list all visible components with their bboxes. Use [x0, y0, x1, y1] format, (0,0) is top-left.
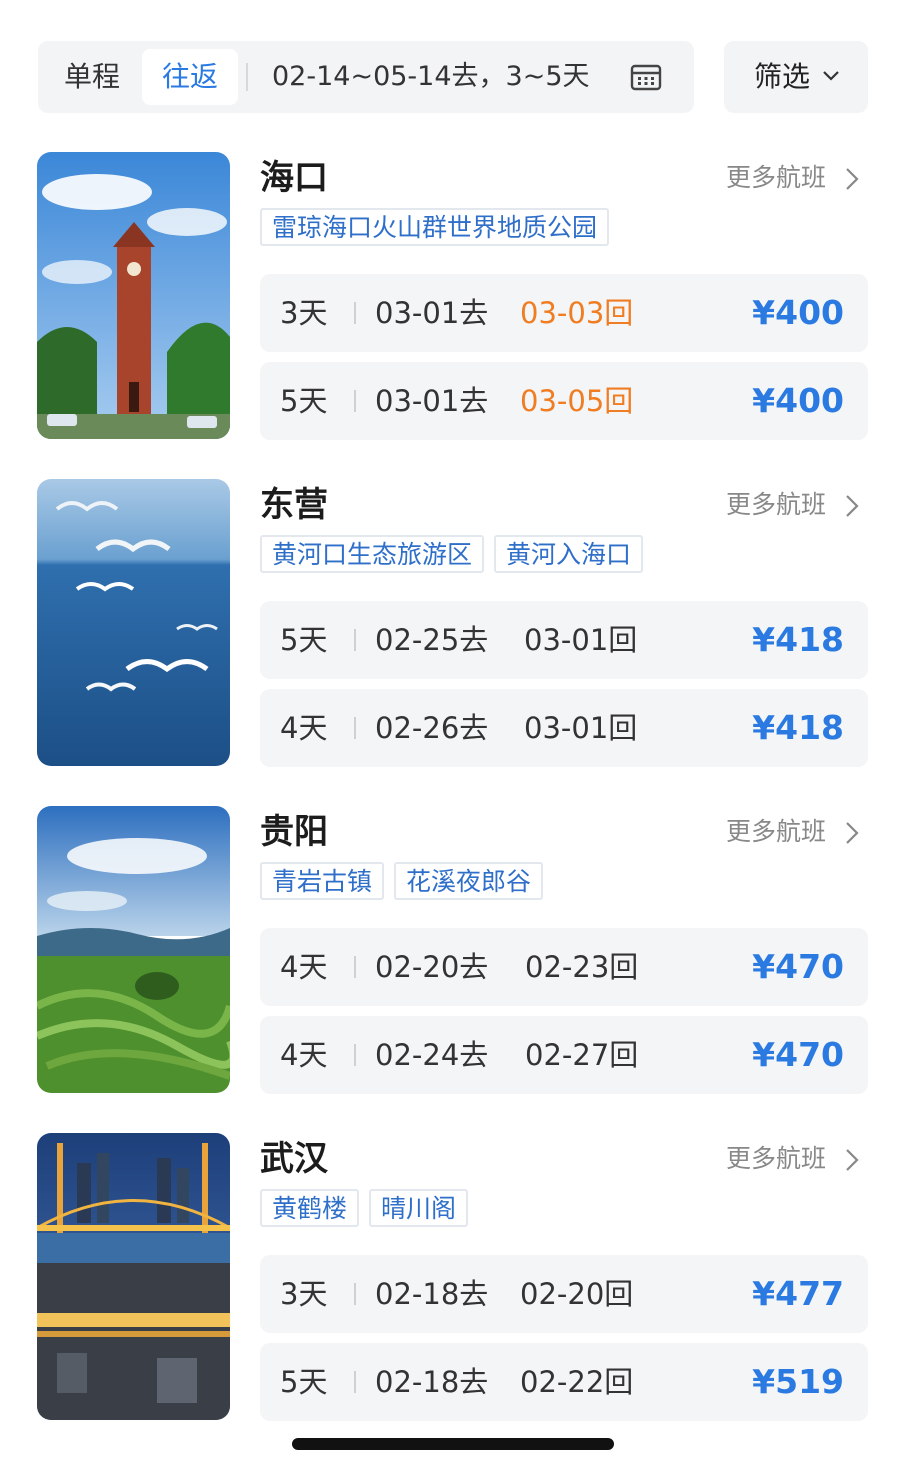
more-flights-link[interactable]: 更多航班: [726, 812, 826, 852]
return-date: 03-03回: [520, 296, 634, 330]
price: ¥400: [752, 293, 844, 332]
trip-days: 5天: [280, 1365, 328, 1399]
attraction-tag[interactable]: 雷琼海口火山群世界地质公园: [260, 208, 610, 246]
flight-option[interactable]: 4天 02-20去 02-23回 ¥470: [260, 928, 868, 1006]
attraction-tags: 黄河口生态旅游区 黄河入海口: [260, 535, 644, 573]
date-range-selector[interactable]: 02-14~05-14去，3~5天: [272, 41, 590, 113]
divider: [354, 302, 356, 324]
destination-photo: [37, 152, 230, 439]
city-name: 东营: [260, 485, 328, 525]
divider: [354, 390, 356, 412]
trip-days: 4天: [280, 711, 328, 745]
chevron-right-icon[interactable]: [844, 166, 860, 192]
round-trip-tab[interactable]: 往返: [142, 49, 238, 105]
depart-date: 02-20去: [375, 950, 489, 984]
city-name: 海口: [260, 158, 328, 198]
trip-days: 4天: [280, 1038, 328, 1072]
chevron-right-icon[interactable]: [844, 493, 860, 519]
flight-option[interactable]: 5天 02-18去 02-22回 ¥519: [260, 1343, 868, 1421]
price: ¥470: [752, 947, 844, 986]
flight-option[interactable]: 5天 02-25去 03-01回 ¥418: [260, 601, 868, 679]
divider: [354, 717, 356, 739]
depart-date: 02-24去: [375, 1038, 489, 1072]
more-flights-link[interactable]: 更多航班: [726, 485, 826, 525]
trip-days: 5天: [280, 384, 328, 418]
price: ¥418: [752, 708, 844, 747]
destination-card[interactable]: 东营 更多航班 黄河口生态旅游区 黄河入海口 5天 02-25去 03-01回 …: [0, 479, 904, 769]
flight-option[interactable]: 3天 02-18去 02-20回 ¥477: [260, 1255, 868, 1333]
return-date: 03-01回: [524, 623, 638, 657]
chevron-right-icon[interactable]: [844, 1147, 860, 1173]
destination-card[interactable]: 海口 更多航班 雷琼海口火山群世界地质公园 3天 03-01去 03-03回 ¥…: [0, 152, 904, 442]
flight-option[interactable]: 3天 03-01去 03-03回 ¥400: [260, 274, 868, 352]
depart-date: 02-18去: [375, 1365, 489, 1399]
return-date: 03-05回: [520, 384, 634, 418]
filter-button[interactable]: 筛选: [724, 41, 868, 113]
destination-card[interactable]: 武汉 更多航班 黄鹤楼 晴川阁 3天 02-18去 02-20回 ¥477 5天…: [0, 1133, 904, 1423]
price: ¥519: [752, 1362, 844, 1401]
price: ¥477: [752, 1274, 844, 1313]
destination-photo: [37, 1133, 230, 1420]
flight-option[interactable]: 4天 02-26去 03-01回 ¥418: [260, 689, 868, 767]
attraction-tag[interactable]: 黄河入海口: [494, 535, 644, 573]
price: ¥400: [752, 381, 844, 420]
city-name: 贵阳: [260, 812, 328, 852]
price: ¥470: [752, 1035, 844, 1074]
more-flights-link[interactable]: 更多航班: [726, 158, 826, 198]
trip-days: 3天: [280, 296, 328, 330]
attraction-tag[interactable]: 青岩古镇: [260, 862, 385, 900]
attraction-tags: 雷琼海口火山群世界地质公园: [260, 208, 610, 246]
trip-days: 3天: [280, 1277, 328, 1311]
attraction-tag[interactable]: 花溪夜郎谷: [394, 862, 544, 900]
calendar-icon[interactable]: [630, 63, 662, 91]
destination-card[interactable]: 贵阳 更多航班 青岩古镇 花溪夜郎谷 4天 02-20去 02-23回 ¥470…: [0, 806, 904, 1096]
depart-date: 03-01去: [375, 384, 489, 418]
chevron-right-icon[interactable]: [844, 820, 860, 846]
destination-photo: [37, 479, 230, 766]
return-date: 02-23回: [525, 950, 639, 984]
chevron-down-icon: [823, 71, 839, 81]
divider: [354, 1371, 356, 1393]
city-name: 武汉: [260, 1139, 328, 1179]
divider: [354, 956, 356, 978]
depart-date: 03-01去: [375, 296, 489, 330]
trip-days: 5天: [280, 623, 328, 657]
attraction-tag[interactable]: 晴川阁: [369, 1189, 469, 1227]
home-indicator[interactable]: [292, 1438, 614, 1450]
trip-type-bar: 单程 往返 02-14~05-14去，3~5天: [38, 41, 694, 113]
attraction-tags: 青岩古镇 花溪夜郎谷: [260, 862, 544, 900]
attraction-tags: 黄鹤楼 晴川阁: [260, 1189, 469, 1227]
attraction-tag[interactable]: 黄河口生态旅游区: [260, 535, 485, 573]
divider: [354, 1283, 356, 1305]
return-date: 02-27回: [525, 1038, 639, 1072]
depart-date: 02-25去: [375, 623, 489, 657]
price: ¥418: [752, 620, 844, 659]
divider: [354, 629, 356, 651]
return-date: 02-20回: [520, 1277, 634, 1311]
more-flights-link[interactable]: 更多航班: [726, 1139, 826, 1179]
trip-days: 4天: [280, 950, 328, 984]
filter-label: 筛选: [754, 60, 811, 93]
depart-date: 02-18去: [375, 1277, 489, 1311]
return-date: 03-01回: [524, 711, 638, 745]
return-date: 02-22回: [520, 1365, 634, 1399]
attraction-tag[interactable]: 黄鹤楼: [260, 1189, 360, 1227]
destination-photo: [37, 806, 230, 1093]
divider: [354, 1044, 356, 1066]
depart-date: 02-26去: [375, 711, 489, 745]
flight-option[interactable]: 5天 03-01去 03-05回 ¥400: [260, 362, 868, 440]
one-way-tab[interactable]: 单程: [64, 41, 128, 113]
flight-option[interactable]: 4天 02-24去 02-27回 ¥470: [260, 1016, 868, 1094]
divider: [246, 63, 248, 91]
